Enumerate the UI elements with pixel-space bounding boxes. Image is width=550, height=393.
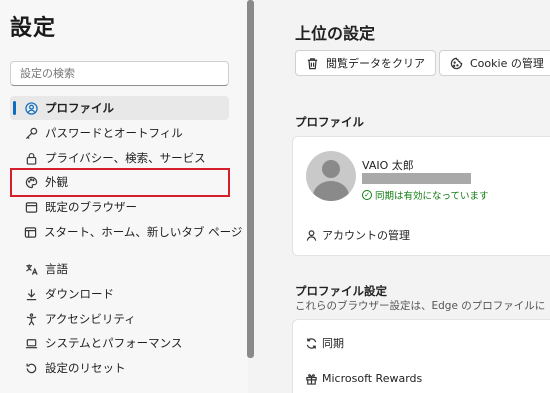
profile-settings-title: プロファイル設定 — [295, 284, 387, 298]
trash-icon — [307, 57, 318, 69]
cookie-icon — [450, 57, 463, 69]
sidebar-item-label: スタート、ホーム、新しいタブ ページ — [44, 225, 243, 239]
sidebar-item-accessibility[interactable]: アクセシビリティ — [10, 307, 229, 331]
manage-cookies-label: Cookie の管理 — [470, 57, 544, 70]
sidebar-item-label: パスワードとオートフィル — [45, 126, 183, 140]
sidebar-item-appearance[interactable]: 外観 — [10, 170, 229, 194]
sidebar-item-label: プロファイル — [45, 101, 114, 115]
profile-section-title: プロファイル — [295, 115, 364, 129]
profile-settings-description: これらのブラウザー設定は、Edge のプロファイルに — [295, 300, 546, 312]
sidebar-item-label: アクセシビリティ — [45, 312, 136, 326]
page-title: 上位の設定 — [295, 24, 376, 43]
sidebar-item-passwords[interactable]: パスワードとオートフィル — [10, 121, 229, 145]
sync-icon — [306, 337, 317, 349]
sidebar-title: 設定 — [10, 16, 57, 41]
sidebar-item-label: 外観 — [45, 175, 68, 189]
manage-account-label: アカウントの管理 — [322, 229, 410, 242]
profile-name: VAIO 太郎 — [362, 159, 414, 172]
rewards-icon — [306, 374, 317, 385]
sidebar-item-label: 設定のリセット — [45, 361, 126, 375]
manage-cookies-button[interactable]: Cookie の管理 — [439, 50, 550, 76]
browser-icon — [24, 200, 38, 214]
sidebar-item-label: 既定のブラウザー — [45, 200, 137, 214]
settings-search-input[interactable] — [10, 61, 229, 86]
sidebar-item-privacy[interactable]: プライバシー、検索、サービス — [10, 146, 229, 170]
accessibility-icon — [24, 312, 38, 326]
sidebar-item-profile[interactable]: プロファイル — [10, 96, 229, 120]
palette-icon — [24, 175, 38, 189]
avatar — [306, 151, 356, 201]
redacted-email — [362, 173, 471, 184]
sidebar-item-label: 言語 — [45, 262, 68, 276]
lock-icon — [24, 151, 38, 165]
sidebar-scrollbar[interactable] — [247, 0, 254, 358]
sidebar-item-label: プライバシー、検索、サービス — [45, 151, 206, 165]
sidebar-item-label: システムとパフォーマンス — [45, 336, 183, 350]
laptop-icon — [24, 336, 38, 350]
language-icon — [24, 262, 38, 276]
sync-status: ✓ 同期は有効になっています — [362, 188, 489, 202]
reset-icon — [24, 361, 38, 375]
sidebar-item-reset[interactable]: 設定のリセット — [10, 356, 229, 380]
sidebar-item-system[interactable]: システムとパフォーマンス — [10, 331, 229, 355]
rewards-row[interactable]: Microsoft Rewards — [305, 372, 422, 385]
key-icon — [24, 126, 38, 140]
rewards-label: Microsoft Rewards — [322, 372, 423, 385]
sync-status-text: 同期は有効になっています — [375, 191, 489, 202]
clear-browsing-data-button[interactable]: 閲覧データをクリア — [295, 50, 436, 76]
sync-label: 同期 — [322, 337, 344, 350]
manage-account-link[interactable]: アカウントの管理 — [305, 227, 410, 243]
check-circle-icon: ✓ — [362, 190, 372, 200]
clear-browsing-data-label: 閲覧データをクリア — [326, 57, 425, 70]
sync-row[interactable]: 同期 — [305, 335, 344, 351]
sidebar-item-start-home[interactable]: スタート、ホーム、新しいタブ ページ — [10, 220, 242, 244]
profile-icon — [24, 101, 38, 115]
sidebar-item-default-browser[interactable]: 既定のブラウザー — [10, 195, 229, 219]
sidebar-item-downloads[interactable]: ダウンロード — [10, 282, 229, 306]
sidebar-item-label: ダウンロード — [45, 287, 114, 301]
person-icon — [306, 229, 317, 241]
download-icon — [24, 287, 38, 301]
home-page-icon — [24, 225, 37, 239]
sidebar-item-languages[interactable]: 言語 — [10, 257, 229, 281]
